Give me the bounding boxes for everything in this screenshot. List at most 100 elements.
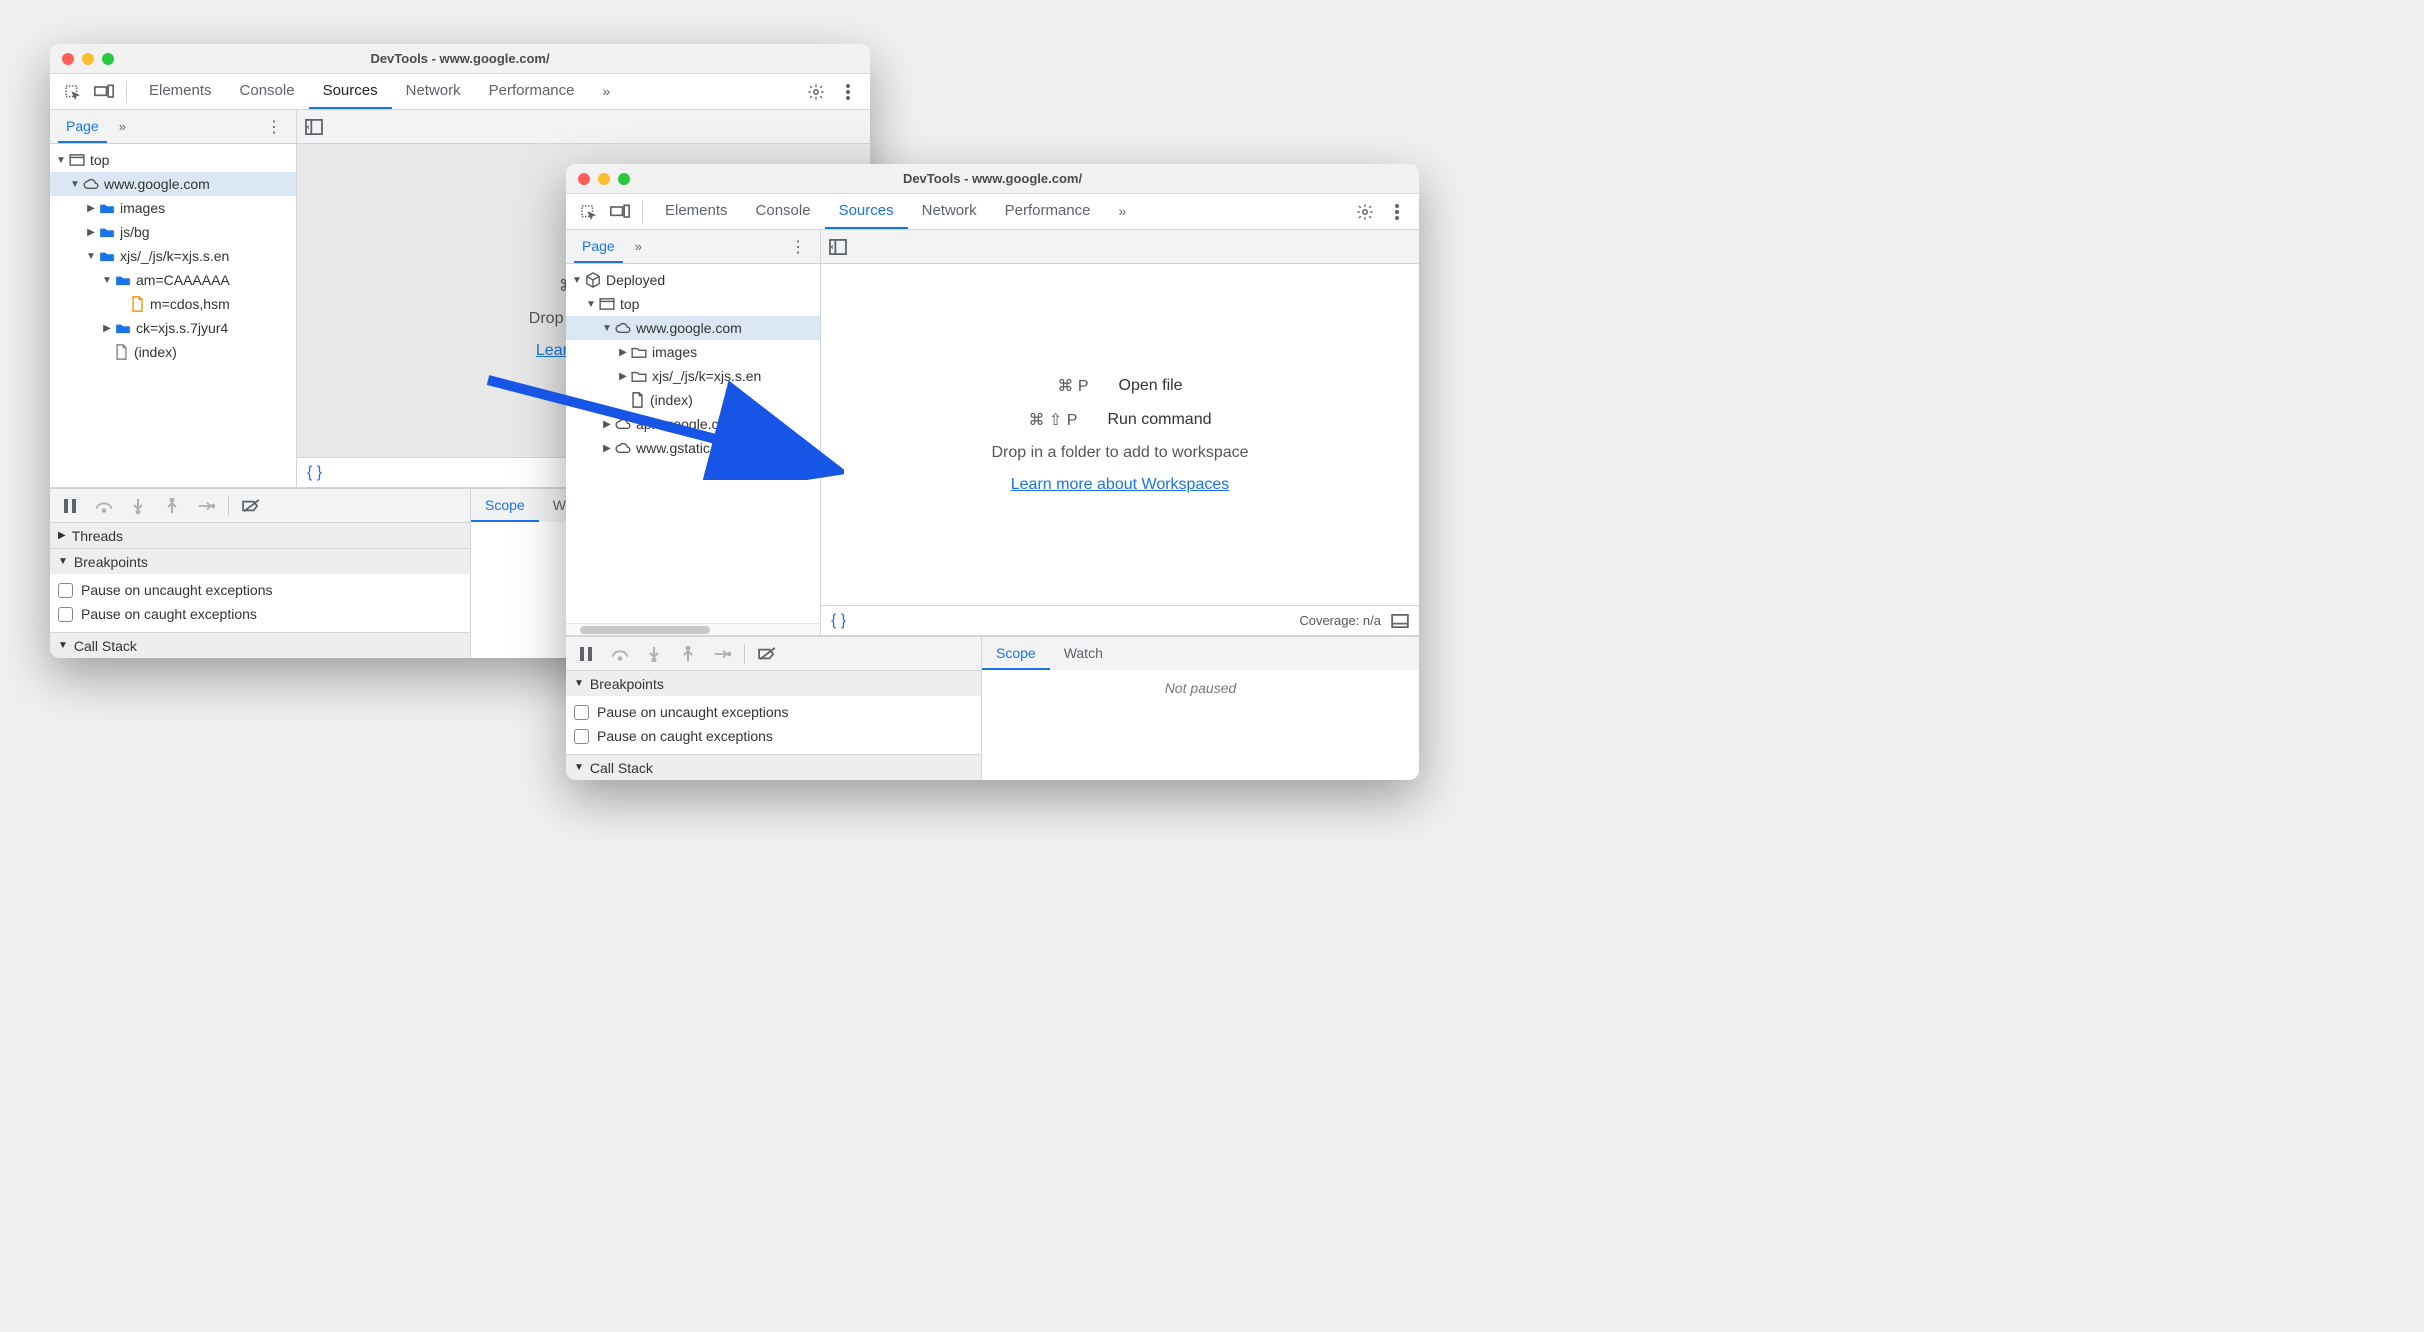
- tree-folder-images[interactable]: ▶ images: [566, 340, 820, 364]
- tree-file-m[interactable]: m=cdos,hsm: [50, 292, 296, 316]
- inspect-icon[interactable]: [574, 198, 602, 226]
- window-icon: [598, 298, 616, 310]
- pause-caught-row[interactable]: Pause on caught exceptions: [574, 724, 973, 748]
- checkbox-icon[interactable]: [58, 583, 73, 598]
- tab-console[interactable]: Console: [226, 74, 309, 109]
- tab-sources[interactable]: Sources: [825, 194, 908, 229]
- editor-area: ⌘ P Open file ⌘ ⇧ P Run command Drop in …: [821, 264, 1419, 635]
- twisty-down-icon: ▼: [574, 762, 584, 773]
- step-into-icon: [126, 498, 150, 514]
- pretty-print-icon[interactable]: { }: [307, 464, 322, 482]
- device-icon[interactable]: [606, 198, 634, 226]
- pretty-print-icon[interactable]: { }: [831, 612, 846, 630]
- tabs-overflow-icon[interactable]: »: [1105, 194, 1141, 229]
- step-over-icon: [92, 499, 116, 513]
- toggle-nav-icon[interactable]: [829, 239, 847, 255]
- tree-apis[interactable]: ▶ apis.google.com: [566, 412, 820, 436]
- tab-console[interactable]: Console: [742, 194, 825, 229]
- deactivate-breakpoints-icon[interactable]: [239, 499, 263, 513]
- window-icon: [68, 154, 86, 166]
- settings-icon[interactable]: [802, 78, 830, 106]
- tree-gstatic[interactable]: ▶ www.gstatic.com: [566, 436, 820, 460]
- callstack-section[interactable]: ▼ Call Stack: [50, 632, 470, 658]
- tabs-overflow-icon[interactable]: »: [589, 74, 625, 109]
- tab-network[interactable]: Network: [908, 194, 991, 229]
- nav-tab-page[interactable]: Page: [58, 110, 107, 143]
- pause-caught-row[interactable]: Pause on caught exceptions: [58, 602, 462, 626]
- file-icon: [628, 392, 646, 408]
- watch-tab[interactable]: Watch: [1050, 637, 1117, 670]
- checkbox-icon[interactable]: [574, 705, 589, 720]
- zoom-icon[interactable]: [618, 173, 630, 185]
- tab-performance[interactable]: Performance: [991, 194, 1105, 229]
- step-into-icon: [642, 646, 666, 662]
- tab-performance[interactable]: Performance: [475, 74, 589, 109]
- tree-folder-ck[interactable]: ▶ ck=xjs.s.7jyur4: [50, 316, 296, 340]
- twisty-right-icon: ▶: [84, 227, 98, 238]
- tree-folder-xjs[interactable]: ▼ xjs/_/js/k=xjs.s.en: [50, 244, 296, 268]
- twisty-down-icon: ▼: [574, 678, 584, 689]
- nav-kebab-icon[interactable]: ⋮: [260, 117, 288, 137]
- tree-deployed[interactable]: ▼ Deployed: [566, 268, 820, 292]
- tree-folder-xjs[interactable]: ▶ xjs/_/js/k=xjs.s.en: [566, 364, 820, 388]
- horizontal-scrollbar[interactable]: [566, 623, 820, 635]
- close-icon[interactable]: [62, 53, 74, 65]
- cloud-icon: [614, 418, 632, 430]
- tree-file-index[interactable]: (index): [50, 340, 296, 364]
- folder-icon: [98, 226, 116, 238]
- pause-icon[interactable]: [574, 647, 598, 661]
- toggle-nav-icon[interactable]: [305, 119, 323, 135]
- minimize-icon[interactable]: [82, 53, 94, 65]
- devtools-window-after: DevTools - www.google.com/ Elements Cons…: [566, 164, 1419, 780]
- folder-icon: [630, 346, 648, 358]
- coverage-toggle-icon[interactable]: [1391, 614, 1409, 628]
- threads-section[interactable]: ▶ Threads: [50, 522, 470, 548]
- workspaces-link[interactable]: Learn more about Workspaces: [1011, 476, 1229, 494]
- pause-uncaught-row[interactable]: Pause on uncaught exceptions: [58, 578, 462, 602]
- callstack-section[interactable]: ▼ Call Stack: [566, 754, 981, 780]
- tab-elements[interactable]: Elements: [651, 194, 742, 229]
- twisty-down-icon: ▼: [58, 556, 68, 567]
- checkbox-icon[interactable]: [58, 607, 73, 622]
- pause-uncaught-row[interactable]: Pause on uncaught exceptions: [574, 700, 973, 724]
- zoom-icon[interactable]: [102, 53, 114, 65]
- kebab-icon[interactable]: [1383, 198, 1411, 226]
- scope-tab[interactable]: Scope: [471, 489, 539, 522]
- tab-elements[interactable]: Elements: [135, 74, 226, 109]
- tree-top[interactable]: ▼ top: [566, 292, 820, 316]
- settings-icon[interactable]: [1351, 198, 1379, 226]
- tree-file-index[interactable]: (index): [566, 388, 820, 412]
- window-title: DevTools - www.google.com/: [566, 171, 1419, 186]
- close-icon[interactable]: [578, 173, 590, 185]
- tab-network[interactable]: Network: [392, 74, 475, 109]
- twisty-right-icon: ▶: [58, 530, 66, 541]
- kebab-icon[interactable]: [834, 78, 862, 106]
- tree-domain[interactable]: ▼ www.google.com: [566, 316, 820, 340]
- tree-top[interactable]: ▼ top: [50, 148, 296, 172]
- step-icon: [710, 648, 734, 660]
- shortcut-open-key: ⌘ P: [1057, 376, 1088, 396]
- scope-panel: Not paused: [981, 670, 1419, 780]
- twisty-down-icon: ▼: [54, 155, 68, 166]
- inspect-icon[interactable]: [58, 78, 86, 106]
- tree-domain[interactable]: ▼ www.google.com: [50, 172, 296, 196]
- pause-icon[interactable]: [58, 499, 82, 513]
- tree-folder-images[interactable]: ▶ images: [50, 196, 296, 220]
- device-icon[interactable]: [90, 78, 118, 106]
- scope-tab[interactable]: Scope: [982, 637, 1050, 670]
- breakpoints-section[interactable]: ▼ Breakpoints: [50, 548, 470, 574]
- nav-tab-page[interactable]: Page: [574, 230, 623, 263]
- checkbox-icon[interactable]: [574, 729, 589, 744]
- breakpoints-section[interactable]: ▼ Breakpoints: [566, 670, 981, 696]
- deactivate-breakpoints-icon[interactable]: [755, 647, 779, 661]
- minimize-icon[interactable]: [598, 173, 610, 185]
- nav-overflow-icon[interactable]: »: [629, 239, 648, 254]
- nav-kebab-icon[interactable]: ⋮: [784, 237, 812, 257]
- file-icon: [112, 344, 130, 360]
- nav-overflow-icon[interactable]: »: [113, 119, 132, 134]
- tree-folder-jsbg[interactable]: ▶ js/bg: [50, 220, 296, 244]
- folder-icon: [114, 274, 132, 286]
- tab-sources[interactable]: Sources: [309, 74, 392, 109]
- traffic-lights: [578, 173, 630, 185]
- tree-folder-am[interactable]: ▼ am=CAAAAAA: [50, 268, 296, 292]
